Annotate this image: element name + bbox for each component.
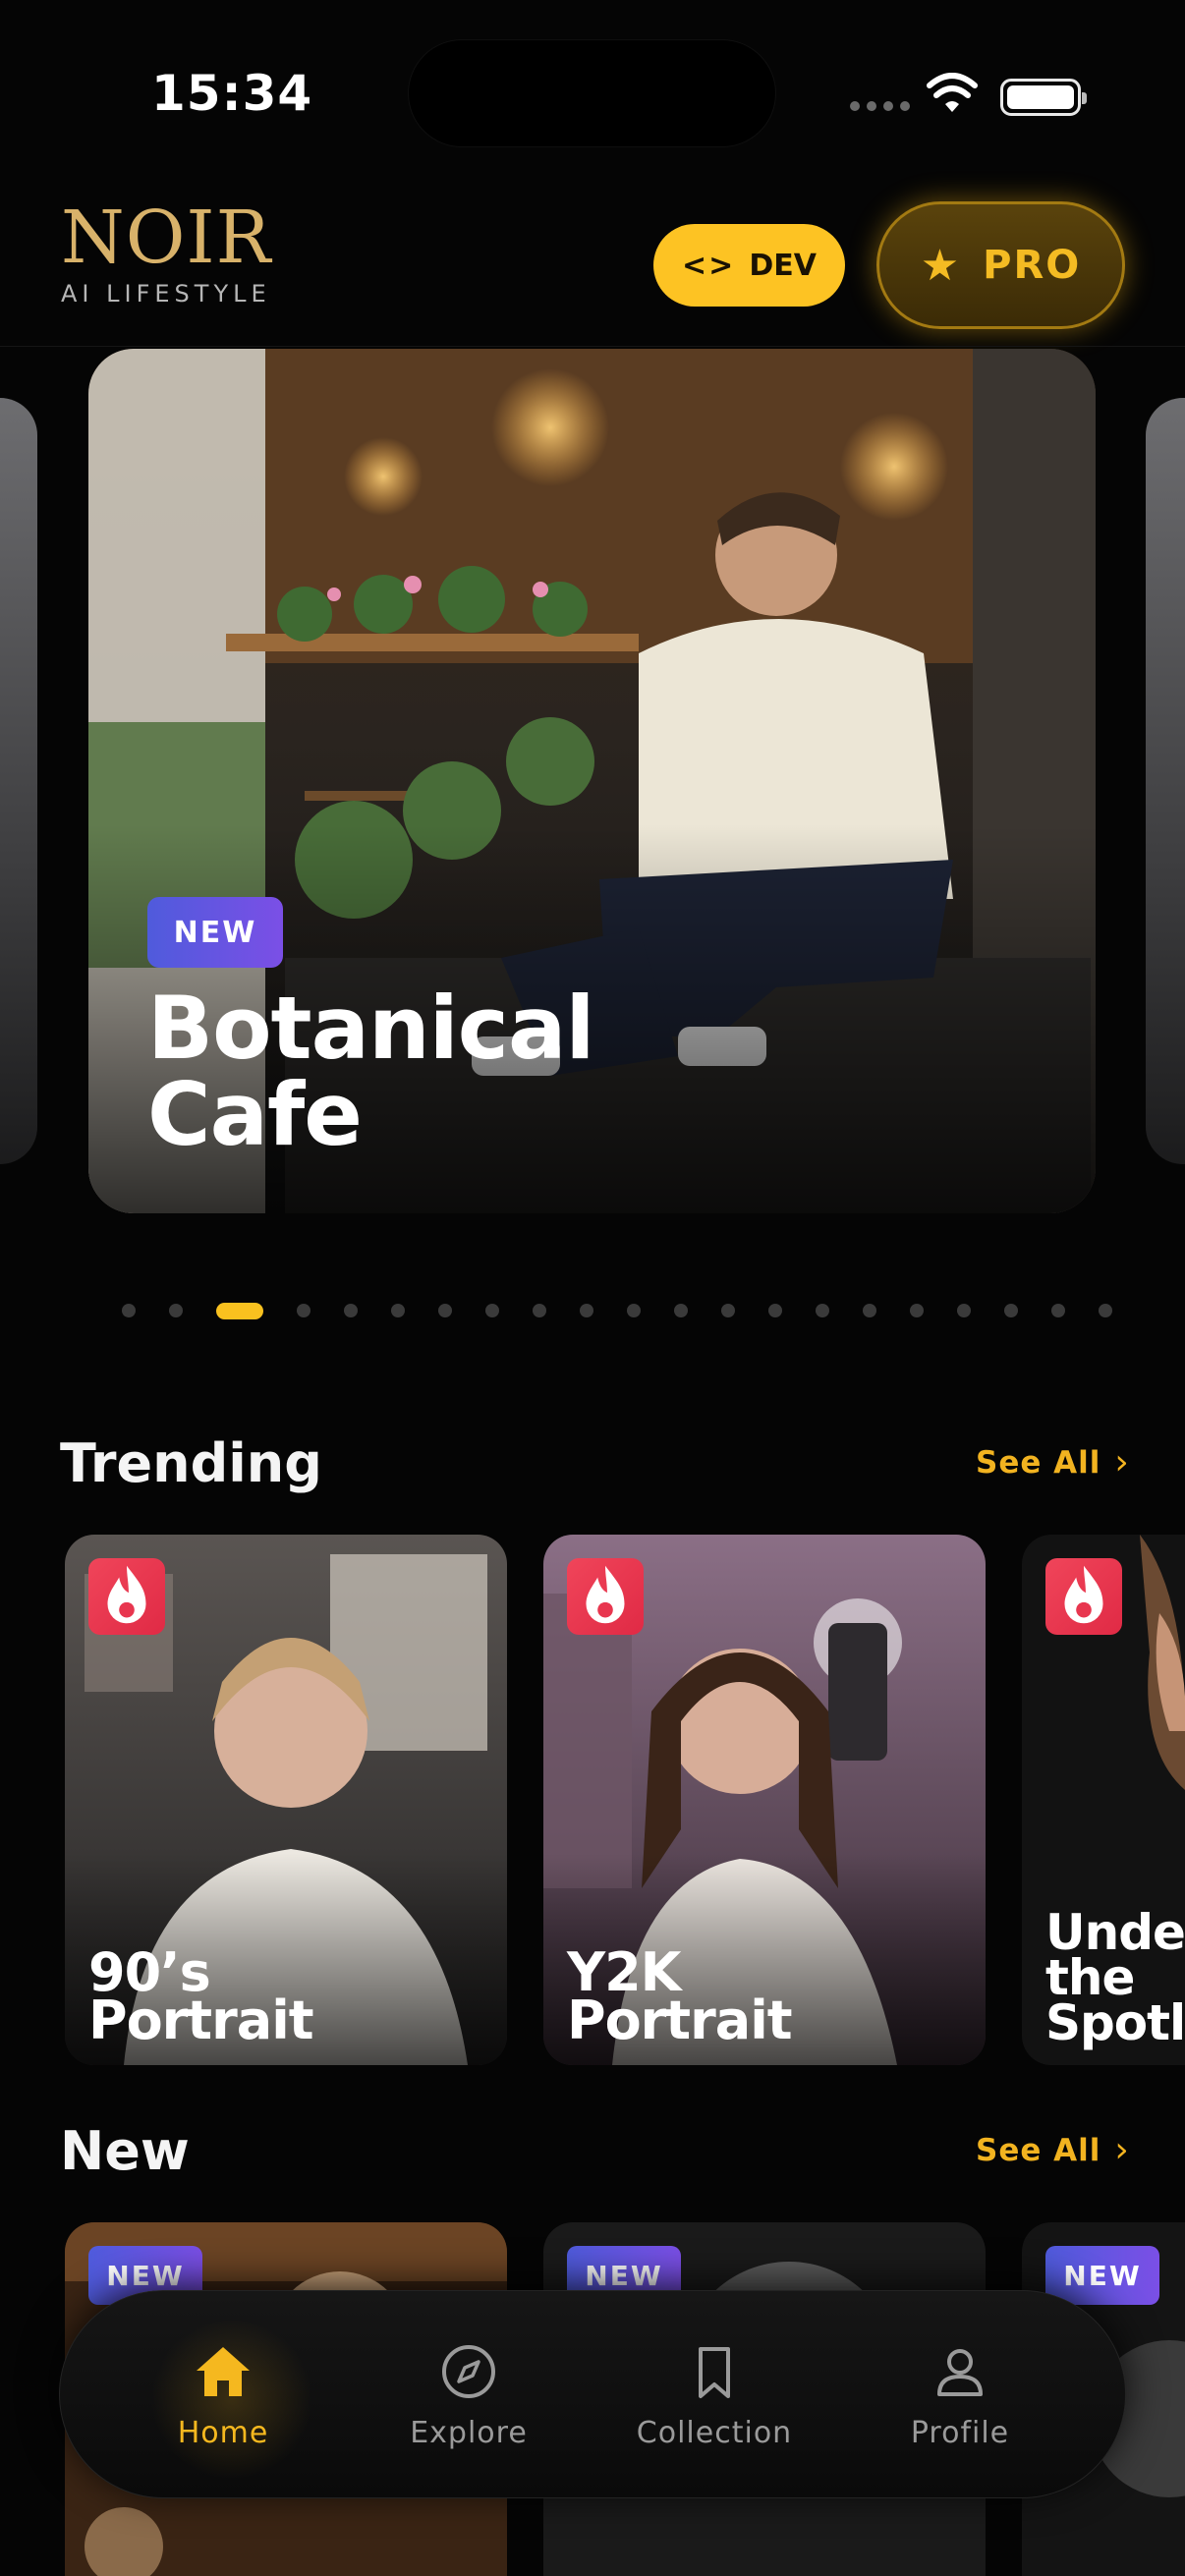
chevron-right-icon: ›: [1114, 1442, 1130, 1483]
new-section-title: New: [60, 2120, 190, 2182]
page-dot[interactable]: [1004, 1304, 1018, 1317]
carousel-next-card[interactable]: [1146, 398, 1185, 1164]
cellular-signal-icon: [850, 101, 910, 111]
app-logo: NOIR AI LIFESTYLE: [61, 201, 271, 308]
home-icon: [197, 2346, 250, 2396]
header-divider: [0, 346, 1185, 347]
page-dot[interactable]: [627, 1304, 641, 1317]
code-icon: <>: [682, 248, 736, 283]
pro-button-label: PRO: [983, 243, 1082, 288]
tab-explore-label: Explore: [410, 2415, 528, 2450]
page-dot[interactable]: [1051, 1304, 1065, 1317]
page-dot[interactable]: [169, 1304, 183, 1317]
tab-profile[interactable]: Profile: [862, 2291, 1058, 2499]
page-dot[interactable]: [485, 1304, 499, 1317]
carousel-prev-card[interactable]: [0, 398, 37, 1164]
page-dot[interactable]: [438, 1304, 452, 1317]
tab-profile-label: Profile: [910, 2415, 1010, 2450]
status-time: 15:34: [151, 65, 313, 122]
tab-collection[interactable]: Collection: [616, 2291, 813, 2499]
status-bar: 15:34: [0, 0, 1185, 187]
chevron-right-icon: ›: [1114, 2130, 1130, 2170]
page-dot[interactable]: [674, 1304, 688, 1317]
hero-title: Botanical Cafe: [147, 978, 595, 1165]
pro-button[interactable]: ★ PRO: [876, 201, 1125, 329]
logo-tagline: AI LIFESTYLE: [61, 280, 271, 308]
hero-new-badge: NEW: [147, 897, 283, 968]
page-dot[interactable]: [1099, 1304, 1112, 1317]
tab-explore[interactable]: Explore: [370, 2291, 567, 2499]
page-dot[interactable]: [768, 1304, 782, 1317]
page-dot-active[interactable]: [216, 1303, 263, 1319]
flame-icon: [1045, 1558, 1122, 1635]
star-icon: ★: [920, 240, 962, 291]
bookmark-icon: [699, 2346, 730, 2398]
tab-home[interactable]: Home: [125, 2291, 321, 2499]
user-icon: [937, 2348, 983, 2396]
card-title: Under the Spotli: [1045, 1904, 1185, 2051]
logo-wordmark: NOIR: [61, 196, 272, 280]
flame-icon: [88, 1558, 165, 1635]
carousel-page-indicator[interactable]: [0, 1299, 1185, 1322]
see-all-label: See All: [976, 2132, 1101, 2168]
page-dot[interactable]: [344, 1304, 358, 1317]
new-see-all-link[interactable]: See All ›: [976, 2130, 1130, 2170]
dev-button[interactable]: <> DEV: [653, 224, 845, 307]
trending-section-title: Trending: [60, 1432, 322, 1494]
compass-icon: [442, 2344, 495, 2398]
card-title: 90’s Portrait: [88, 1940, 314, 2052]
page-dot[interactable]: [721, 1304, 735, 1317]
page-dot[interactable]: [580, 1304, 593, 1317]
page-dot[interactable]: [863, 1304, 876, 1317]
trending-card-90s-portrait[interactable]: 90’s Portrait: [65, 1535, 507, 2065]
trending-card-under-the-spotlight[interactable]: Under the Spotli: [1022, 1535, 1185, 2065]
dynamic-island: [408, 39, 776, 147]
card-title: Y2K Portrait: [567, 1940, 793, 2052]
new-badge: NEW: [1045, 2246, 1159, 2305]
trending-see-all-link[interactable]: See All ›: [976, 1442, 1130, 1483]
see-all-label: See All: [976, 1444, 1101, 1481]
flame-icon: [567, 1558, 644, 1635]
tab-home-label: Home: [177, 2415, 269, 2450]
hero-card[interactable]: NEW Botanical Cafe: [88, 349, 1096, 1213]
page-dot[interactable]: [957, 1304, 971, 1317]
dev-button-label: DEV: [749, 248, 817, 283]
page-dot[interactable]: [391, 1304, 405, 1317]
bottom-tab-bar: Home Explore Collection Profile: [59, 2290, 1126, 2498]
battery-icon: [1000, 79, 1087, 116]
page-dot[interactable]: [122, 1304, 136, 1317]
page-dot[interactable]: [910, 1304, 924, 1317]
page-dot[interactable]: [816, 1304, 829, 1317]
trending-card-y2k-portrait[interactable]: Y2K Portrait: [543, 1535, 986, 2065]
page-dot[interactable]: [533, 1304, 546, 1317]
wifi-icon: [927, 73, 978, 112]
tab-collection-label: Collection: [636, 2415, 793, 2450]
page-dot[interactable]: [297, 1304, 310, 1317]
